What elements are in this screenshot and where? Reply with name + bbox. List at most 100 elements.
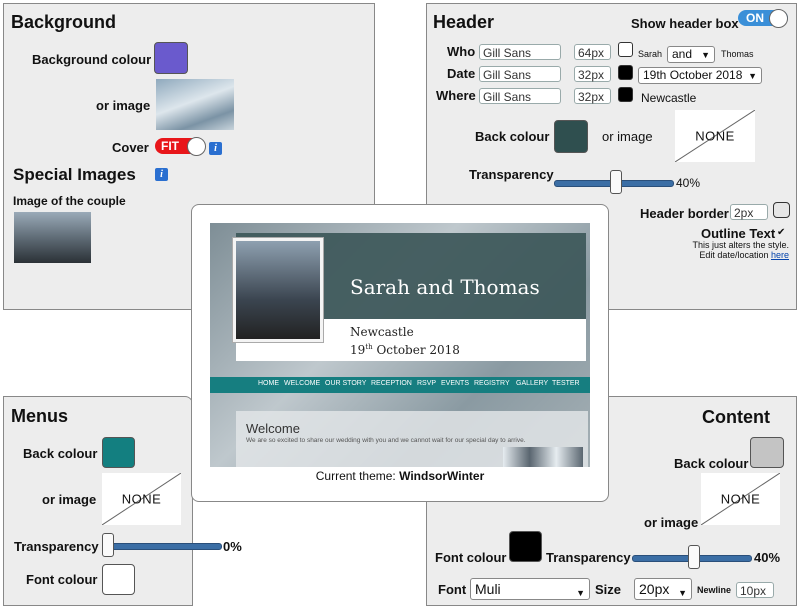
edit-date-note: Edit date/location here <box>667 250 789 260</box>
preview-date-day: 19 <box>350 343 366 357</box>
background-colour-swatch[interactable] <box>154 42 188 74</box>
header-transparency-label: Transparency <box>469 167 554 182</box>
menus-image-none[interactable]: NONE <box>102 473 181 525</box>
content-font-label: Font <box>438 582 467 597</box>
edit-date-text: Edit date/location <box>699 250 769 260</box>
where-value: Newcastle <box>641 91 697 105</box>
preview-welcome-title: Welcome <box>246 421 300 436</box>
content-size-select[interactable]: 20px ▼ <box>634 578 692 600</box>
preview-content-photo <box>503 447 583 467</box>
menus-back-colour-label: Back colour <box>23 446 98 461</box>
menus-font-colour-swatch[interactable] <box>102 564 135 595</box>
show-header-box-toggle-label: ON <box>746 11 764 25</box>
none-label: NONE <box>720 491 761 507</box>
content-back-colour-swatch[interactable] <box>750 437 784 468</box>
cover-toggle[interactable]: FIT <box>155 137 206 156</box>
cover-label: Cover <box>112 140 149 155</box>
menus-transparency-thumb[interactable] <box>102 533 114 557</box>
who-name1: Sarah <box>638 49 663 59</box>
background-image-thumbnail[interactable] <box>156 79 234 130</box>
where-size-input[interactable]: 32px <box>574 88 611 104</box>
preview-canvas: Sarah and Thomas Newcastle 19th October … <box>210 223 590 467</box>
couple-image-label: Image of the couple <box>13 194 126 208</box>
content-size-value: 20px <box>639 581 670 597</box>
preview-date-rest: October 2018 <box>376 343 460 357</box>
menus-font-colour-label: Font colour <box>26 572 98 587</box>
preview-menu-item: HOME <box>258 380 279 387</box>
who-joiner-value: and <box>672 47 693 61</box>
show-header-box-toggle[interactable]: ON <box>738 9 788 28</box>
menus-back-colour-swatch[interactable] <box>102 437 135 468</box>
menus-or-image-label: or image <box>42 492 97 507</box>
header-back-colour-label: Back colour <box>475 129 550 144</box>
preview-couple-names: Sarah and Thomas <box>350 275 540 299</box>
content-size-label: Size <box>595 582 622 597</box>
none-label: NONE <box>695 128 735 144</box>
date-font-input[interactable]: Gill Sans <box>479 66 561 82</box>
toggle-knob <box>187 137 206 156</box>
date-label: Date <box>447 66 476 81</box>
header-title: Header <box>433 12 495 32</box>
preview-welcome-text: We are so excited to share our wedding w… <box>246 437 526 444</box>
who-name2: Thomas <box>721 49 754 59</box>
newline-input[interactable]: 10px <box>736 582 774 598</box>
header-border-input[interactable]: 2px <box>730 204 768 220</box>
preview-menu-item: OUR STORY <box>325 380 367 387</box>
content-font-colour-label: Font colour <box>435 550 507 565</box>
preview-menu-item: TESTER <box>552 380 580 387</box>
chevron-down-icon: ▼ <box>576 588 585 598</box>
menus-transparency-label: Transparency <box>14 539 99 554</box>
preview-menu-item: GALLERY <box>516 380 549 387</box>
theme-preview-panel: Sarah and Thomas Newcastle 19th October … <box>191 204 609 502</box>
preview-date: 19th October 2018 <box>350 343 460 357</box>
header-border-colour-swatch[interactable] <box>773 202 790 218</box>
date-colour-swatch[interactable] <box>618 65 633 80</box>
content-image-none[interactable]: NONE <box>701 473 780 525</box>
who-joiner-select[interactable]: and ▼ <box>667 46 715 63</box>
where-colour-swatch[interactable] <box>618 87 633 102</box>
background-colour-label: Background colour <box>32 52 152 67</box>
preview-menu-item: WELCOME <box>284 380 321 387</box>
none-label: NONE <box>121 491 162 507</box>
who-size-input[interactable]: 64px <box>574 44 611 60</box>
current-theme-prefix: Current theme: <box>315 469 396 483</box>
couple-photo-image <box>236 241 320 339</box>
chevron-down-icon: ▼ <box>678 588 687 598</box>
content-font-select[interactable]: Muli ▼ <box>470 578 590 600</box>
preview-menu-item: REGISTRY <box>474 380 510 387</box>
who-font-input[interactable]: Gill Sans <box>479 44 561 60</box>
info-icon[interactable]: i <box>155 168 168 181</box>
menus-transparency-value: 0% <box>223 539 242 554</box>
preview-location: Newcastle <box>350 325 414 339</box>
preview-menu-item: EVENTS <box>441 380 470 387</box>
menus-transparency-slider[interactable] <box>102 543 222 550</box>
preview-menu-item: RSVP <box>417 380 437 387</box>
edit-date-link[interactable]: here <box>771 250 789 260</box>
content-transparency-thumb[interactable] <box>688 545 701 569</box>
background-title: Background <box>11 12 117 32</box>
info-icon[interactable]: i <box>209 142 222 155</box>
date-value: 19th October 2018 <box>643 68 743 82</box>
header-transparency-thumb[interactable] <box>610 170 623 194</box>
where-font-input[interactable]: Gill Sans <box>479 88 561 104</box>
content-or-image-label: or image <box>644 515 699 530</box>
outline-text-label: Outline Text <box>701 226 776 241</box>
header-image-none[interactable]: NONE <box>675 110 755 162</box>
preview-menu-bar: HOME WELCOME OUR STORY RECEPTION RSVP EV… <box>210 377 590 393</box>
show-header-box-label: Show header box <box>631 16 739 31</box>
who-colour-swatch[interactable] <box>618 42 633 57</box>
style-note: This just alters the style. <box>692 240 789 250</box>
current-theme-caption: Current theme: WindsorWinter <box>210 469 590 483</box>
current-theme-name: WindsorWinter <box>399 469 485 483</box>
chevron-down-icon: ▼ <box>701 50 710 60</box>
preview-couple-photo <box>232 237 324 343</box>
header-back-colour-swatch[interactable] <box>554 120 588 153</box>
content-font-value: Muli <box>475 581 501 597</box>
couple-image-thumbnail[interactable] <box>14 212 91 263</box>
date-select[interactable]: 19th October 2018 ▼ <box>638 67 762 84</box>
outline-text-checkbox[interactable]: ✔ <box>777 227 785 238</box>
where-label: Where <box>436 88 476 103</box>
date-size-input[interactable]: 32px <box>574 66 611 82</box>
content-title: Content <box>702 407 770 427</box>
content-font-colour-swatch[interactable] <box>509 531 542 562</box>
